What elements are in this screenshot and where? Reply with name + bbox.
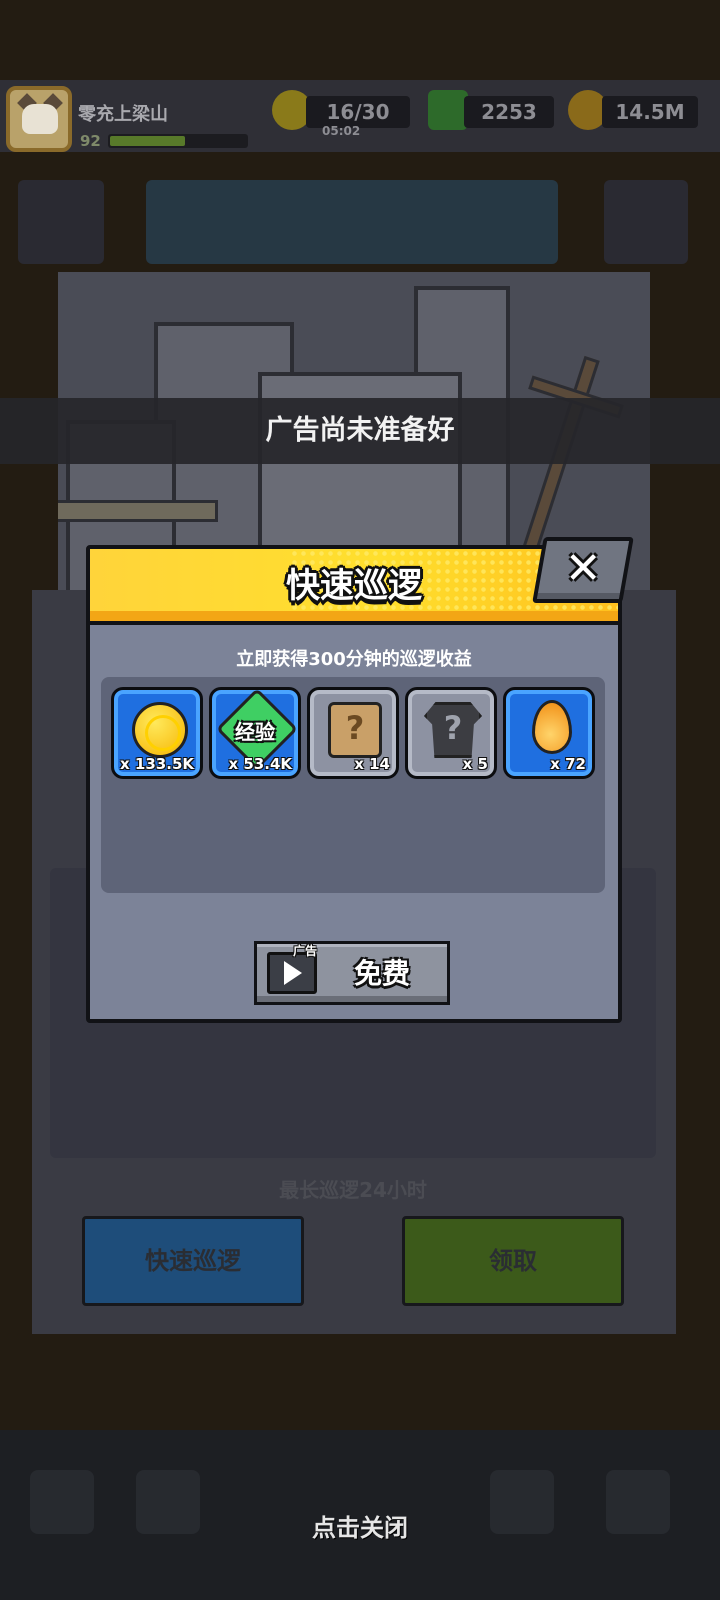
reward-count: x 133.5K (120, 755, 194, 773)
gem-counter[interactable]: 2253 (464, 96, 554, 128)
player-avatar[interactable] (6, 86, 72, 152)
reward-list: x 133.5K 经验 x 53.4K ? x 14 ? x 5 x 72 (101, 677, 605, 893)
gem-icon (428, 90, 468, 130)
mystery-scroll-icon: ? (328, 702, 382, 758)
claim-button-bg: 领取 (402, 1216, 624, 1306)
quick-patrol-button-bg: 快速巡逻 (82, 1216, 304, 1306)
reward-count: x 72 (550, 755, 586, 773)
player-level: 92 (80, 132, 101, 150)
reward-item-gold[interactable]: x 133.5K (111, 687, 203, 779)
close-icon: ✕ (564, 543, 602, 594)
ad-not-ready-toast: 广告尚未准备好 (0, 398, 720, 464)
shield-button (604, 180, 688, 264)
exp-label: 经验 (235, 720, 275, 744)
modal-subtitle: 立即获得300分钟的巡逻收益 (236, 649, 472, 670)
patrol-limit-text: 最长巡逻24小时 (279, 1178, 427, 1202)
close-button[interactable]: ✕ (532, 537, 634, 603)
quick-patrol-label: 快速巡逻 (145, 1247, 241, 1275)
tap-to-close-hint[interactable]: 点击关闭 (0, 1508, 720, 1543)
ad-tag: 广告 (293, 944, 318, 958)
quick-patrol-modal: 快速巡逻 ✕ 立即获得300分钟的巡逻收益 x 133.5K 经验 x 53.4… (86, 537, 634, 1023)
fire-drop-icon (532, 700, 572, 754)
free-button-label: 免费 (353, 957, 410, 990)
reward-item-drop[interactable]: x 72 (503, 687, 595, 779)
claim-label: 领取 (489, 1247, 537, 1275)
player-name: 零充上梁山 (78, 104, 168, 125)
reward-item-shirt[interactable]: ? x 5 (405, 687, 497, 779)
gold-counter[interactable]: 14.5M (602, 96, 698, 128)
reward-count: x 14 (354, 755, 390, 773)
player-xp-bar (108, 134, 248, 148)
gold-coin-icon (132, 702, 188, 758)
player-xp-fill (110, 136, 185, 146)
reward-count: x 53.4K (228, 755, 292, 773)
free-ad-button[interactable]: 广告 免费 (254, 941, 450, 1005)
mystery-shirt-icon: ? (424, 702, 482, 758)
quest-banner (146, 180, 558, 264)
energy-timer: 05:02 (322, 124, 361, 138)
reward-count: x 5 (462, 755, 488, 773)
menu-button (18, 180, 104, 264)
reward-item-scroll[interactable]: ? x 14 (307, 687, 399, 779)
reward-item-exp[interactable]: 经验 x 53.4K (209, 687, 301, 779)
